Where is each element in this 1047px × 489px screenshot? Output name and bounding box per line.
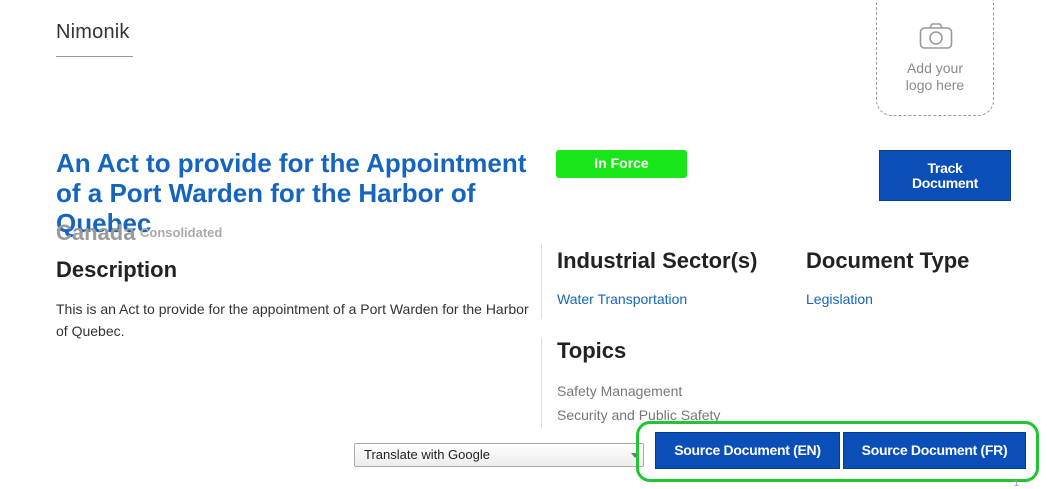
column-divider (541, 244, 542, 319)
brand-name: Nimonik (56, 21, 130, 43)
document-type-heading: Document Type (806, 248, 970, 273)
google-translate-select[interactable]: Translate with Google (354, 443, 644, 467)
logo-text-line-1: Add your (906, 60, 964, 76)
jurisdiction-country: Canada (56, 220, 136, 245)
logo-placeholder-text: Add your logo here (877, 60, 993, 94)
track-document-button[interactable]: Track Document (879, 150, 1011, 201)
description-heading: Description (56, 257, 178, 282)
document-type-link-legislation[interactable]: Legislation (806, 291, 873, 307)
logo-text-line-2: logo here (905, 77, 965, 93)
source-document-fr-button[interactable]: Source Document (FR) (843, 432, 1026, 469)
footer-mark: 1 (1014, 478, 1020, 488)
industrial-sector-heading: Industrial Sector(s) (557, 248, 758, 273)
column-divider-lower (541, 338, 542, 428)
translate-label: Translate with Google (364, 447, 490, 462)
topics-heading: Topics (557, 338, 627, 363)
logo-upload-placeholder[interactable]: Add your logo here (876, 0, 994, 116)
brand-underline (56, 56, 133, 57)
status-badge: In Force (556, 150, 687, 178)
track-document-label: Track Document (911, 159, 979, 191)
topic-item: Safety Management (557, 383, 683, 399)
camera-icon (919, 23, 953, 49)
source-document-en-button[interactable]: Source Document (EN) (655, 432, 840, 469)
sector-link-water-transportation[interactable]: Water Transportation (557, 291, 687, 307)
description-text: This is an Act to provide for the appoin… (56, 301, 529, 339)
version-label: Consolidated (140, 225, 223, 240)
